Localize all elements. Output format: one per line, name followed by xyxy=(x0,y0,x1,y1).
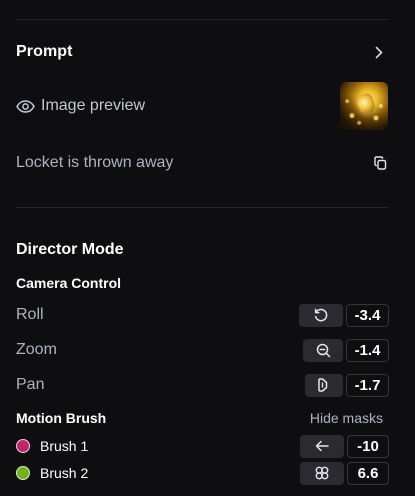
director-mode-header: Director Mode xyxy=(16,240,389,260)
image-preview-thumbnail[interactable] xyxy=(340,82,388,130)
roll-row: Roll -3.4 xyxy=(16,303,389,327)
zoom-label: Zoom xyxy=(16,341,57,358)
brush-1-color-swatch xyxy=(16,439,30,453)
brush-1-item[interactable]: Brush 1 xyxy=(16,438,88,454)
prompt-text: Locket is thrown away xyxy=(16,154,174,171)
divider-middle xyxy=(16,207,389,208)
chevron-right-icon[interactable] xyxy=(371,44,387,60)
image-preview-row: Image preview xyxy=(16,80,388,132)
image-preview-label: Image preview xyxy=(41,97,146,114)
zoom-row: Zoom -1.4 xyxy=(16,338,389,362)
brush-2-control: 6.6 xyxy=(300,461,389,485)
roll-label: Roll xyxy=(16,306,44,323)
pan-value[interactable]: -1.7 xyxy=(346,373,389,397)
pan-control: -1.7 xyxy=(305,373,389,397)
motion-brush-header: Motion Brush Hide masks xyxy=(16,409,389,427)
brush-2-value[interactable]: 6.6 xyxy=(347,461,389,485)
settings-panel: Prompt Image preview Locket is thrown aw… xyxy=(0,0,415,496)
image-preview-toggle[interactable]: Image preview xyxy=(16,97,145,115)
brush-1-control: -10 xyxy=(300,434,389,458)
zoom-control: -1.4 xyxy=(303,338,389,362)
eye-icon xyxy=(16,99,35,113)
brush-2-row: Brush 2 6.6 xyxy=(16,461,389,485)
camera-control-title: Camera Control xyxy=(16,275,122,291)
divider-top xyxy=(16,19,389,20)
brush-1-label: Brush 1 xyxy=(40,438,89,454)
prompt-header[interactable]: Prompt xyxy=(16,42,389,62)
hide-masks-button[interactable]: Hide masks xyxy=(310,410,383,426)
copy-icon[interactable] xyxy=(374,156,387,170)
roll-value[interactable]: -3.4 xyxy=(346,303,389,327)
pan-row: Pan -1.7 xyxy=(16,373,389,397)
prompt-title: Prompt xyxy=(16,43,73,60)
brush-1-row: Brush 1 -10 xyxy=(16,434,389,458)
rotate-ccw-icon[interactable] xyxy=(299,303,343,327)
camera-control-header: Camera Control xyxy=(16,274,389,292)
prompt-text-row: Locket is thrown away xyxy=(16,153,389,173)
clover-icon[interactable] xyxy=(300,461,344,485)
pan-label: Pan xyxy=(16,376,45,393)
brush-2-item[interactable]: Brush 2 xyxy=(16,465,88,481)
arrow-left-icon[interactable] xyxy=(300,434,344,458)
director-mode-title: Director Mode xyxy=(16,241,124,258)
zoom-out-icon[interactable] xyxy=(303,338,343,362)
zoom-value[interactable]: -1.4 xyxy=(346,338,389,362)
brush-2-label: Brush 2 xyxy=(40,465,89,481)
brush-1-value[interactable]: -10 xyxy=(347,434,389,458)
brush-2-color-swatch xyxy=(16,466,30,480)
roll-control: -3.4 xyxy=(299,303,389,327)
pan-icon[interactable] xyxy=(305,373,343,397)
motion-brush-title: Motion Brush xyxy=(16,410,107,426)
